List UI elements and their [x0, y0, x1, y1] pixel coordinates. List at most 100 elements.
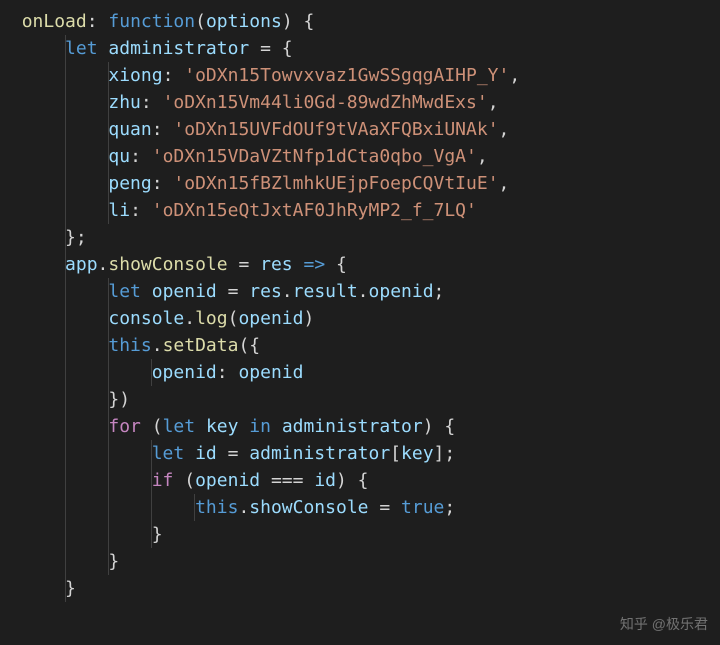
indent-whitespace: [0, 254, 65, 275]
code-token: ,: [488, 92, 499, 113]
code-token: =: [369, 497, 402, 518]
code-token: log: [195, 308, 228, 329]
indent-guide: [108, 197, 109, 224]
indent-guide: [65, 62, 66, 89]
code-line[interactable]: xiong: 'oDXn15Towvxvaz1GwSSgqgAIHP_Y',: [0, 62, 720, 89]
code-line[interactable]: li: 'oDXn15eQtJxtAF0JhRyMP2_f_7LQ': [0, 197, 720, 224]
code-line[interactable]: quan: 'oDXn15UVFdOUf9tVAaXFQBxiUNAk',: [0, 116, 720, 143]
indent-whitespace: [0, 11, 22, 32]
indent-whitespace: [0, 173, 108, 194]
code-token: openid: [152, 362, 217, 383]
code-token: [293, 254, 304, 275]
code-line[interactable]: }: [0, 575, 720, 602]
code-token: }): [108, 389, 130, 410]
indent-guide: [65, 251, 66, 278]
code-line[interactable]: this.showConsole = true;: [0, 494, 720, 521]
indent-guide: [65, 494, 66, 521]
code-token: .: [184, 308, 195, 329]
indent-whitespace: [0, 551, 108, 572]
indent-guide: [108, 332, 109, 359]
code-line[interactable]: this.setData({: [0, 332, 720, 359]
code-line[interactable]: zhu: 'oDXn15Vm44li0Gd-89wdZhMwdExs',: [0, 89, 720, 116]
code-token: 'oDXn15Towvxvaz1GwSSgqgAIHP_Y': [184, 65, 509, 86]
indent-whitespace: [0, 416, 108, 437]
indent-whitespace: [0, 281, 108, 302]
indent-guide: [65, 35, 66, 62]
code-token: .: [358, 281, 369, 302]
code-line[interactable]: openid: openid: [0, 359, 720, 386]
code-token: :: [87, 11, 109, 32]
code-token: (: [173, 470, 195, 491]
code-token: openid: [195, 470, 260, 491]
code-token: let: [108, 281, 141, 302]
indent-guide: [108, 143, 109, 170]
code-line[interactable]: for (let key in administrator) {: [0, 413, 720, 440]
indent-guide: [151, 467, 152, 494]
code-token: key: [206, 416, 239, 437]
code-token: [184, 443, 195, 464]
indent-guide: [65, 467, 66, 494]
code-token: openid: [238, 362, 303, 383]
code-token: function: [108, 11, 195, 32]
code-token: 'oDXn15VDaVZtNfp1dCta0qbo_VgA': [152, 146, 477, 167]
indent-whitespace: [0, 119, 108, 140]
code-token: (: [141, 416, 163, 437]
code-token: :: [152, 173, 174, 194]
code-line[interactable]: app.showConsole = res => {: [0, 251, 720, 278]
code-token: administrator: [249, 443, 390, 464]
code-token: .: [152, 335, 163, 356]
code-line[interactable]: onLoad: function(options) {: [0, 8, 720, 35]
indent-guide: [108, 467, 109, 494]
code-token: =>: [303, 254, 325, 275]
indent-guide: [65, 332, 66, 359]
code-line[interactable]: }: [0, 521, 720, 548]
code-line[interactable]: };: [0, 224, 720, 251]
code-token: id: [195, 443, 217, 464]
code-token: (: [228, 308, 239, 329]
indent-guide: [108, 359, 109, 386]
code-token: ,: [477, 146, 488, 167]
code-line[interactable]: if (openid === id) {: [0, 467, 720, 494]
indent-whitespace: [0, 524, 152, 545]
code-token: ): [303, 308, 314, 329]
code-line[interactable]: qu: 'oDXn15VDaVZtNfp1dCta0qbo_VgA',: [0, 143, 720, 170]
code-editor[interactable]: onLoad: function(options) { let administ…: [0, 8, 720, 602]
indent-guide: [65, 305, 66, 332]
indent-whitespace: [0, 389, 108, 410]
code-token: app: [65, 254, 98, 275]
code-line[interactable]: let openid = res.result.openid;: [0, 278, 720, 305]
code-token: [: [390, 443, 401, 464]
code-token: peng: [108, 173, 151, 194]
indent-whitespace: [0, 335, 108, 356]
code-line[interactable]: }: [0, 548, 720, 575]
indent-guide: [108, 89, 109, 116]
indent-guide: [108, 494, 109, 521]
indent-guide: [65, 521, 66, 548]
code-token: openid: [152, 281, 217, 302]
indent-guide: [108, 413, 109, 440]
code-line[interactable]: let administrator = {: [0, 35, 720, 62]
code-token: [195, 416, 206, 437]
code-line[interactable]: let id = administrator[key];: [0, 440, 720, 467]
code-token: result: [293, 281, 358, 302]
code-token: xiong: [108, 65, 162, 86]
indent-whitespace: [0, 227, 65, 248]
code-token: onLoad: [22, 11, 87, 32]
indent-whitespace: [0, 497, 195, 518]
code-token: for: [108, 416, 141, 437]
code-token: ;: [444, 497, 455, 518]
code-token: if: [152, 470, 174, 491]
code-line[interactable]: console.log(openid): [0, 305, 720, 332]
code-token: administrator: [108, 38, 249, 59]
indent-guide: [65, 359, 66, 386]
code-token: qu: [108, 146, 130, 167]
indent-guide: [108, 278, 109, 305]
indent-whitespace: [0, 443, 152, 464]
code-token: li: [108, 200, 130, 221]
code-token: :: [217, 362, 239, 383]
code-token: ,: [509, 65, 520, 86]
code-token: .: [98, 254, 109, 275]
code-token: }: [108, 551, 119, 572]
code-line[interactable]: peng: 'oDXn15fBZlmhkUEjpFoepCQVtIuE',: [0, 170, 720, 197]
code-line[interactable]: }): [0, 386, 720, 413]
